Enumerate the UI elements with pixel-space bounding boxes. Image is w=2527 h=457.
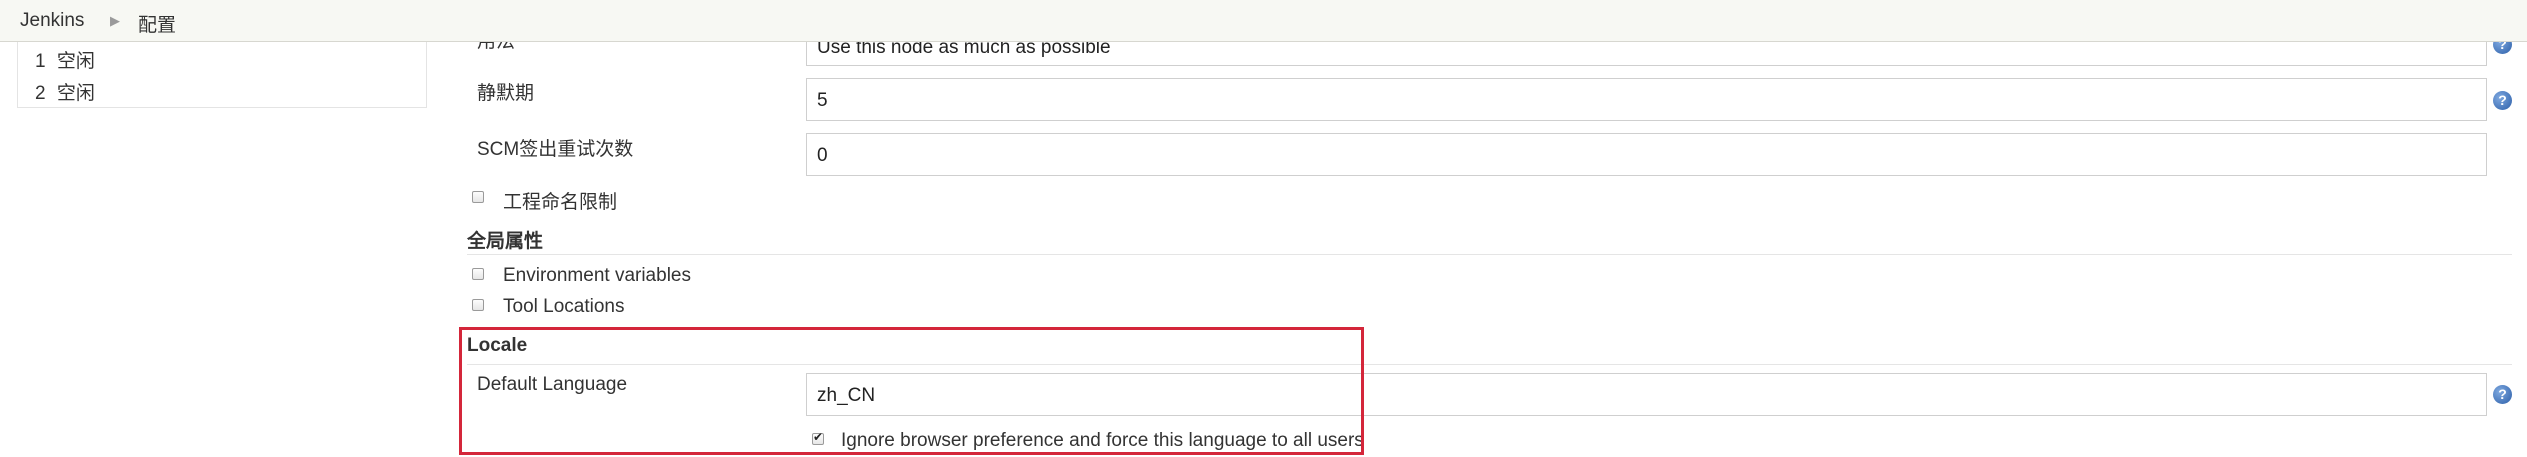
global-properties-heading: 全局属性 — [467, 231, 544, 252]
env-vars-checkbox[interactable] — [472, 268, 484, 280]
scm-retry-input[interactable]: 0 — [806, 133, 2487, 176]
env-vars-label: Environment variables — [503, 265, 691, 286]
executor-list: 1 空闲 2 空闲 — [17, 42, 427, 108]
executor-number: 2 — [35, 83, 46, 104]
section-divider — [467, 254, 2512, 255]
tool-locations-label: Tool Locations — [503, 296, 625, 317]
tool-locations-checkbox[interactable] — [472, 299, 484, 311]
executor-row-2: 2 空闲 — [35, 78, 95, 105]
help-icon[interactable]: ? — [2493, 91, 2512, 110]
breadcrumb-current[interactable]: 配置 — [138, 10, 176, 37]
executor-status: 空闲 — [56, 83, 95, 104]
chevron-right-icon: ▶ — [110, 13, 120, 28]
breadcrumb-home-link[interactable]: Jenkins — [20, 10, 84, 32]
executor-row-1: 1 空闲 — [35, 46, 95, 73]
quiet-period-input[interactable]: 5 — [806, 78, 2487, 121]
restrict-names-label: 工程命名限制 — [503, 192, 618, 213]
executor-number: 1 — [35, 51, 46, 72]
executor-status: 空闲 — [56, 51, 95, 72]
quiet-period-label: 静默期 — [477, 83, 535, 104]
help-icon[interactable]: ? — [2493, 385, 2512, 404]
highlight-box — [459, 327, 1364, 455]
breadcrumb-overlay: Jenkins ▶ 配置 — [0, 0, 2527, 42]
restrict-names-checkbox[interactable] — [472, 191, 484, 203]
scm-retry-label: SCM签出重试次数 — [477, 139, 634, 160]
